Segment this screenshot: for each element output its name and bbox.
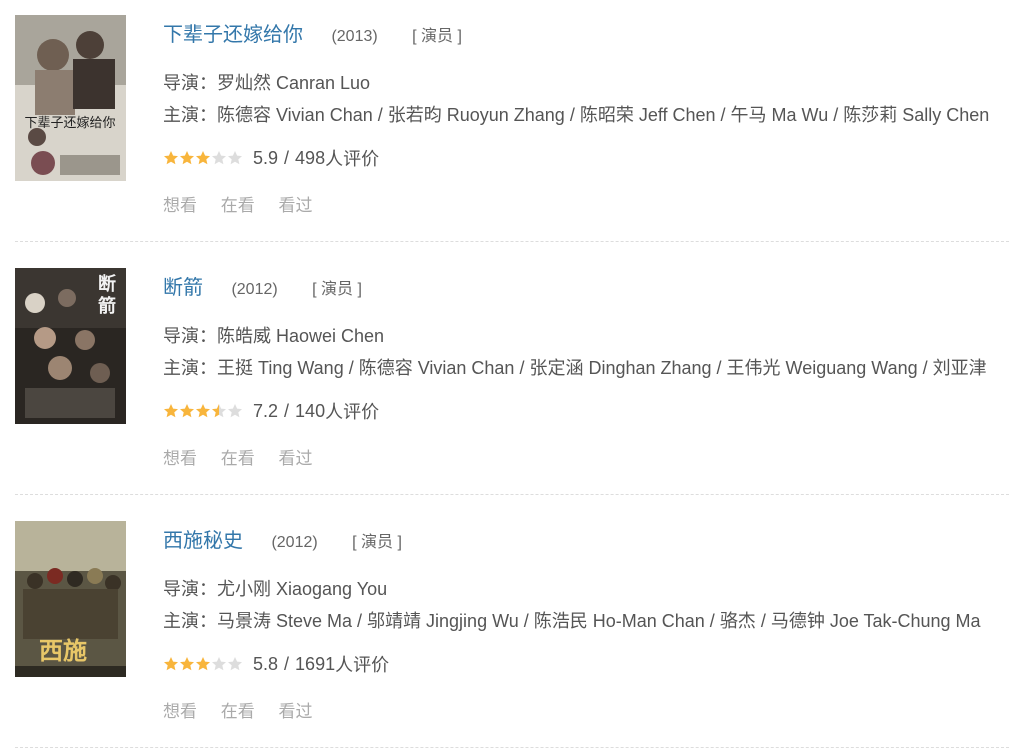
rating-row: 7.2 / 140 人评价: [163, 399, 379, 423]
watching-button[interactable]: 在看: [221, 449, 255, 468]
svg-text:西施: 西施: [39, 636, 87, 665]
rating-votes: 498: [295, 147, 326, 168]
movie-title-link[interactable]: 断箭: [163, 277, 203, 299]
movie-poster[interactable]: 下辈子还嫁给你: [15, 15, 126, 181]
watched-button[interactable]: 看过: [278, 702, 312, 721]
rating-score: 5.8: [253, 653, 279, 674]
star-rating: [163, 150, 243, 166]
director-line: 导演：罗灿然 Canran Luo: [163, 69, 1009, 95]
mark-actions: 想看 在看 看过: [163, 444, 331, 469]
list-item: 下辈子还嫁给你 下辈子还嫁给你 (2013) [ 演员 ] 导演：罗灿然 Can…: [15, 15, 1009, 267]
cast-names: 马景涛 Steve Ma / 邬靖靖 Jingjing Wu / 陈浩民 Ho-…: [217, 611, 981, 631]
watched-button[interactable]: 看过: [278, 196, 312, 215]
director-line: 导演：尤小刚 Xiaogang You: [163, 575, 1009, 601]
cast-line: 主演：王挺 Ting Wang / 陈德容 Vivian Chan / 张定涵 …: [163, 354, 1009, 380]
star-icon: [180, 151, 194, 165]
star-rating: [163, 656, 243, 672]
item-divider: [15, 241, 1009, 242]
cast-names: 王挺 Ting Wang / 陈德容 Vivian Chan / 张定涵 Din…: [217, 358, 987, 378]
rating-divider: /: [284, 400, 290, 421]
item-divider: [15, 494, 1009, 495]
mark-actions: 想看 在看 看过: [163, 697, 331, 722]
rating-row: 5.9 / 498 人评价: [163, 146, 379, 170]
director-names: 陈皓威 Haowei Chen: [217, 326, 385, 346]
role-tag: [ 演员 ]: [412, 28, 462, 45]
director-names: 罗灿然 Canran Luo: [217, 73, 371, 93]
list-item: 断 箭 断箭 (2012) [ 演员 ] 导演：陈皓威 Haowei Chen: [15, 268, 1009, 520]
svg-text:箭: 箭: [98, 295, 116, 317]
rating-divider: /: [284, 653, 290, 674]
svg-text:断: 断: [98, 273, 116, 295]
director-names: 尤小刚 Xiaogang You: [217, 579, 388, 599]
star-icon: [196, 657, 210, 671]
rating-votes-suffix: 人评价: [325, 149, 380, 169]
item-divider: [15, 747, 1009, 748]
star-icon: [180, 657, 194, 671]
director-label: 导演：: [163, 73, 217, 93]
movie-poster[interactable]: 西施: [15, 521, 126, 687]
movie-title-link[interactable]: 西施秘史: [163, 530, 243, 552]
mark-actions: 想看 在看 看过: [163, 191, 331, 216]
star-icon: [196, 151, 210, 165]
star-icon: [180, 404, 194, 418]
rating-votes: 140: [295, 400, 326, 421]
star-icon: [228, 151, 242, 165]
want-to-watch-button[interactable]: 想看: [163, 449, 197, 468]
cast-label: 主演：: [163, 358, 217, 378]
movie-poster[interactable]: 断 箭: [15, 268, 126, 434]
star-icon: [196, 404, 210, 418]
director-label: 导演：: [163, 326, 217, 346]
cast-names: 陈德容 Vivian Chan / 张若昀 Ruoyun Zhang / 陈昭荣…: [217, 105, 990, 125]
star-icon: [228, 657, 242, 671]
star-icon: [212, 151, 226, 165]
watching-button[interactable]: 在看: [221, 702, 255, 721]
cast-label: 主演：: [163, 105, 217, 125]
rating-score: 5.9: [253, 147, 279, 168]
cast-label: 主演：: [163, 611, 217, 631]
rating-divider: /: [284, 147, 290, 168]
star-icon: [212, 404, 226, 418]
movie-year: (2012): [231, 281, 278, 298]
star-icon: [164, 657, 178, 671]
movie-title-link[interactable]: 下辈子还嫁给你: [163, 24, 303, 46]
rating-score: 7.2: [253, 400, 279, 421]
star-icon: [164, 151, 178, 165]
star-icon: [164, 404, 178, 418]
rating-votes: 1691: [295, 653, 336, 674]
rating-votes-suffix: 人评价: [325, 402, 380, 422]
role-tag: [ 演员 ]: [352, 534, 402, 551]
cast-line: 主演：陈德容 Vivian Chan / 张若昀 Ruoyun Zhang / …: [163, 101, 1009, 127]
star-icon: [228, 404, 242, 418]
watched-button[interactable]: 看过: [278, 449, 312, 468]
movie-year: (2013): [331, 28, 378, 45]
watching-button[interactable]: 在看: [221, 196, 255, 215]
rating-row: 5.8 / 1691 人评价: [163, 652, 389, 676]
cast-line: 主演：马景涛 Steve Ma / 邬靖靖 Jingjing Wu / 陈浩民 …: [163, 607, 1009, 633]
director-line: 导演：陈皓威 Haowei Chen: [163, 322, 1009, 348]
star-icon: [212, 657, 226, 671]
star-rating: [163, 403, 243, 419]
rating-votes-suffix: 人评价: [335, 655, 390, 675]
want-to-watch-button[interactable]: 想看: [163, 702, 197, 721]
want-to-watch-button[interactable]: 想看: [163, 196, 197, 215]
list-item: 西施 西施秘史 (2012) [ 演员 ] 导演：尤小刚 Xiaogang Yo…: [15, 521, 1009, 751]
director-label: 导演：: [163, 579, 217, 599]
role-tag: [ 演员 ]: [312, 281, 362, 298]
movie-year: (2012): [271, 534, 318, 551]
